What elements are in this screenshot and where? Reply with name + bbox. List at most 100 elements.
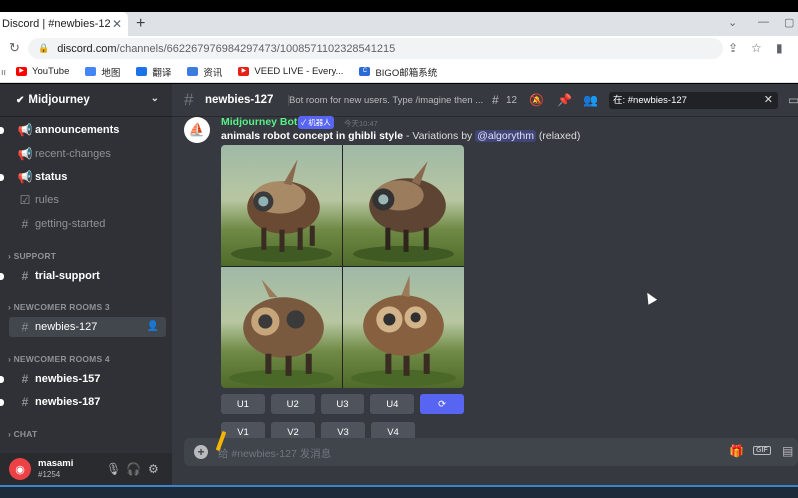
inbox-icon[interactable]: ▭ bbox=[788, 93, 798, 107]
message-timestamp: 今天10:47 bbox=[344, 119, 378, 128]
youtube-icon: ▶ bbox=[16, 67, 28, 76]
threads-hash-icon: # bbox=[184, 90, 194, 109]
search-input[interactable]: 在: #newbies-127 ✕ bbox=[609, 92, 778, 109]
message-composer[interactable]: + 给 #newbies-127 发消息 🎁 GIF ▤ bbox=[184, 438, 798, 466]
channel-status[interactable]: 📢 status bbox=[0, 167, 166, 187]
bookmark-label: 翻译 bbox=[152, 67, 172, 79]
apps-icon[interactable]: ıı bbox=[1, 67, 6, 77]
u4-button[interactable]: U4 bbox=[370, 394, 415, 414]
unread-indicator bbox=[0, 174, 4, 181]
message-author[interactable]: Midjourney Bot bbox=[221, 116, 297, 128]
bookmark-youtube[interactable]: ▶ YouTube bbox=[16, 66, 69, 77]
generated-image-2[interactable] bbox=[343, 145, 464, 266]
generated-image-3[interactable] bbox=[221, 267, 342, 388]
robot-creature-image bbox=[353, 161, 454, 262]
message-input[interactable]: 给 #newbies-127 发消息 bbox=[218, 446, 331, 461]
server-header[interactable]: ✔ Midjourney ⌄ bbox=[0, 84, 172, 117]
sidebar-icon[interactable]: ▮ bbox=[776, 41, 783, 55]
channel-getting-started[interactable]: # getting-started bbox=[9, 214, 166, 234]
star-icon[interactable]: ☆ bbox=[751, 41, 762, 55]
channel-announcements[interactable]: 📢 announcements bbox=[0, 120, 166, 140]
browser-tab-discord[interactable]: Discord | #newbies-127 | M ✕ bbox=[0, 12, 128, 36]
channel-newbies-157[interactable]: # newbies-157 bbox=[0, 369, 166, 389]
category-newcomer-rooms-4[interactable]: › NEWCOMER ROOMS 4 bbox=[8, 354, 110, 364]
bookmark-veed[interactable]: ▶ VEED LIVE - Every... bbox=[238, 66, 343, 77]
category-chat[interactable]: › CHAT bbox=[8, 429, 37, 439]
maximize-icon[interactable]: ▢ bbox=[784, 16, 794, 29]
bookmark-label: BIGO邮箱系统 bbox=[375, 67, 438, 79]
avatar[interactable]: ◉ bbox=[9, 458, 31, 480]
chevron-down-icon[interactable]: ⌄ bbox=[151, 93, 159, 104]
bookmark-label: YouTube bbox=[32, 66, 70, 77]
share-icon[interactable]: ⇪ bbox=[728, 41, 738, 55]
channel-rules[interactable]: ☑ rules bbox=[9, 190, 166, 210]
bookmark-label: 地图 bbox=[101, 67, 121, 79]
gift-icon[interactable]: 🎁 bbox=[729, 444, 744, 458]
robot-creature-image bbox=[351, 275, 456, 386]
category-label: CHAT bbox=[13, 429, 38, 439]
bot-avatar[interactable]: ⛵ bbox=[184, 117, 210, 143]
server-name: Midjourney bbox=[28, 94, 90, 106]
members-icon[interactable]: 👥 bbox=[583, 93, 598, 107]
bookmark-news[interactable]: 资讯 bbox=[187, 65, 222, 79]
u3-button[interactable]: U3 bbox=[320, 394, 365, 414]
mode-text: (relaxed) bbox=[535, 130, 581, 142]
minimize-icon[interactable]: — bbox=[758, 16, 769, 28]
category-newcomer-rooms-3[interactable]: › NEWCOMER ROOMS 3 bbox=[8, 302, 110, 312]
threads-hash-icon: # bbox=[21, 372, 29, 386]
unread-indicator bbox=[0, 127, 4, 134]
channel-trial-support[interactable]: # trial-support bbox=[0, 266, 166, 286]
hash-icon: # bbox=[21, 269, 29, 283]
mute-bell-icon[interactable]: 🔕 bbox=[529, 93, 544, 107]
tab-close-icon[interactable]: ✕ bbox=[112, 17, 122, 31]
u1-button[interactable]: U1 bbox=[221, 394, 265, 414]
taskbar-strip bbox=[0, 485, 798, 498]
channel-newbies-127[interactable]: # newbies-127 👤 bbox=[9, 317, 166, 337]
channel-newbies-187[interactable]: # newbies-187 bbox=[0, 392, 166, 412]
lock-icon[interactable]: 🔒 bbox=[38, 43, 49, 54]
generated-image-1[interactable] bbox=[221, 145, 342, 266]
robot-creature-image bbox=[229, 279, 334, 386]
map-icon bbox=[85, 67, 97, 76]
channel-topic[interactable]: Bot room for new users. Type /imagine th… bbox=[288, 95, 483, 106]
message-content: animals robot concept in ghibli style - … bbox=[221, 130, 580, 142]
sticker-icon[interactable]: ▤ bbox=[782, 444, 793, 458]
u2-button[interactable]: U2 bbox=[270, 394, 315, 414]
pin-icon[interactable]: 📌 bbox=[557, 93, 572, 107]
headphones-icon[interactable]: 🎧 bbox=[126, 462, 141, 476]
address-bar[interactable]: 🔒 discord.com/channels/66226797698429747… bbox=[28, 38, 723, 59]
bookmark-bigo[interactable]: C BIGO邮箱系统 bbox=[359, 65, 437, 79]
user-panel: ◉ masami #1254 🎙 🎧 ⚙ bbox=[0, 453, 172, 485]
chevron-down-icon[interactable]: ⌄ bbox=[728, 16, 737, 29]
bookmark-maps[interactable]: 地图 bbox=[85, 65, 120, 79]
threads-icon[interactable]: # bbox=[492, 93, 499, 107]
bookmark-label: VEED LIVE - Every... bbox=[254, 66, 344, 77]
plus-icon[interactable]: + bbox=[194, 445, 208, 459]
image-grid[interactable] bbox=[221, 145, 464, 388]
category-support[interactable]: › SUPPORT bbox=[8, 251, 56, 261]
reload-icon[interactable]: ↻ bbox=[9, 40, 20, 56]
channel-label: rules bbox=[35, 194, 59, 206]
browser-toolbar: ↻ 🔒 discord.com/channels/662267976984297… bbox=[0, 36, 798, 61]
close-icon[interactable]: ✕ bbox=[764, 92, 773, 109]
reroll-button[interactable]: ⟳ bbox=[420, 394, 464, 414]
robot-creature-image bbox=[231, 159, 332, 262]
bookmark-translate[interactable]: 翻译 bbox=[136, 65, 171, 79]
unread-indicator bbox=[0, 376, 4, 383]
generated-image-4[interactable] bbox=[343, 267, 464, 388]
channel-recent-changes[interactable]: 📢 recent-changes bbox=[9, 144, 166, 164]
top-black-bar bbox=[0, 0, 798, 12]
gif-icon[interactable]: GIF bbox=[753, 446, 771, 455]
thread-count: 12 bbox=[506, 95, 518, 106]
mute-mic-icon[interactable]: 🎙 bbox=[106, 462, 121, 476]
news-icon bbox=[187, 67, 199, 76]
channel-label: newbies-187 bbox=[35, 396, 101, 408]
bigo-icon: C bbox=[359, 67, 371, 76]
bookmarks-bar: ıı ▶ YouTube 地图 翻译 资讯 ▶ VEED LIVE - Every.… bbox=[0, 61, 798, 83]
gear-icon[interactable]: ⚙ bbox=[148, 462, 159, 476]
screen: Discord | #newbies-127 | M ✕ + ⌄ — ▢ ↻ 🔒… bbox=[0, 0, 798, 498]
new-tab-icon[interactable]: + bbox=[136, 15, 145, 33]
add-member-icon[interactable]: 👤 bbox=[147, 321, 159, 332]
username: masami bbox=[38, 458, 74, 469]
user-mention[interactable]: @algorythm bbox=[475, 130, 536, 142]
